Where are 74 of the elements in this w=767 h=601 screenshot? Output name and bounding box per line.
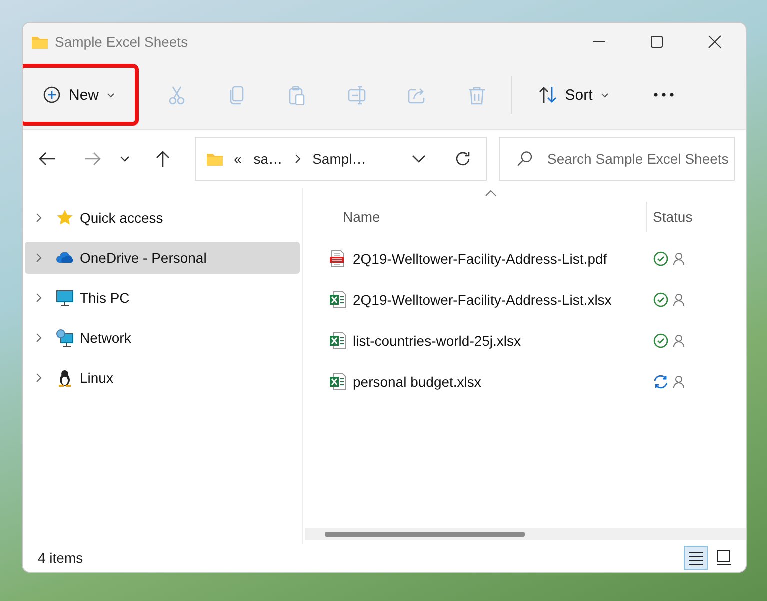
maximize-icon[interactable] [650,35,664,49]
folder-icon [206,151,224,167]
more-icon [654,93,674,97]
sidebar-item[interactable]: Network [25,322,300,354]
spreadsheet-file-icon [329,332,347,350]
search-field[interactable]: Search Sample Excel Sheets [499,137,735,181]
pdf-file-icon [329,250,347,268]
column-header[interactable]: Name [343,202,647,232]
file-row[interactable]: 2Q19-Welltower-Facility-Address-List.pdf [303,238,746,279]
person-icon [673,334,685,348]
sort-button[interactable]: Sort [514,64,634,126]
search-icon [516,150,534,168]
spreadsheet-file-icon [329,372,347,390]
details-view-button[interactable] [684,546,708,570]
refresh-icon[interactable] [454,150,472,168]
chevron-right-icon[interactable] [36,253,42,263]
close-icon[interactable] [708,35,722,49]
caret-icon [600,92,609,98]
scrollbar-track[interactable] [305,528,746,540]
chevron-right-icon[interactable] [36,333,42,343]
folder-icon [31,34,49,50]
sort-arrows-icon [539,86,558,104]
sidebar-item[interactable]: Linux [25,362,300,394]
file-row[interactable]: 2Q19-Welltower-Facility-Address-List.xlsx [303,279,746,320]
sync-arrows-icon [653,374,669,390]
window-title: Sample Excel Sheets [55,34,188,50]
check-circle-icon [653,292,669,308]
spreadsheet-file-icon [329,290,347,308]
back-arrow-icon[interactable] [38,151,56,167]
person-icon [673,292,685,306]
chevron-right-icon[interactable] [36,213,42,223]
up-arrow-icon[interactable] [155,150,171,168]
file-name: personal budget.xlsx [353,374,482,390]
sidebar-item[interactable]: Quick access [25,202,300,234]
share-icon [408,86,426,104]
chevron-right-icon [294,154,301,164]
search-input[interactable]: Search Sample Excel Sheets [545,150,734,168]
network-computer-icon [56,329,74,347]
file-name: 2Q19-Welltower-Facility-Address-List.xlsx [353,292,612,308]
copy-icon [228,86,246,104]
monitor-icon [56,289,74,307]
tiles-view-icon [715,549,733,567]
scrollbar-thumb[interactable] [325,532,525,536]
clipboard-icon [288,86,306,104]
plus-circle-icon [42,86,61,104]
item-count: 4 items [38,550,84,566]
caret-icon [107,92,115,98]
person-icon [673,374,685,388]
breadcrumb[interactable]: sa… [254,151,283,167]
chevron-right-icon[interactable] [36,293,42,303]
file-row[interactable]: personal budget.xlsx [303,361,746,402]
rename-icon [348,86,366,104]
sort-ascending-icon [485,190,497,197]
chevron-right-icon[interactable] [36,373,42,383]
sidebar-item[interactable]: This PC [25,282,300,314]
trash-icon [468,86,486,104]
address-bar[interactable]: « sa… Sampl… [195,137,487,181]
breadcrumb[interactable]: Sampl… [312,151,366,167]
breadcrumb-overflow[interactable]: « [234,151,242,167]
new-button[interactable]: New [23,64,139,126]
scissors-icon [168,86,186,104]
forward-arrow-icon[interactable] [84,151,102,167]
chevron-down-icon[interactable] [412,155,426,163]
penguin-icon [56,369,74,387]
file-row[interactable]: list-countries-world-25j.xlsx [303,320,746,361]
check-circle-icon [653,332,669,348]
person-icon [673,252,685,266]
check-circle-icon [653,250,669,266]
chevron-down-icon[interactable] [120,156,130,162]
file-name: 2Q19-Welltower-Facility-Address-List.pdf [353,250,608,266]
column-header[interactable]: Status [653,209,693,225]
star-icon [56,209,74,227]
sidebar-item[interactable]: OneDrive - Personal [25,242,300,274]
file-name: list-countries-world-25j.xlsx [353,332,522,348]
